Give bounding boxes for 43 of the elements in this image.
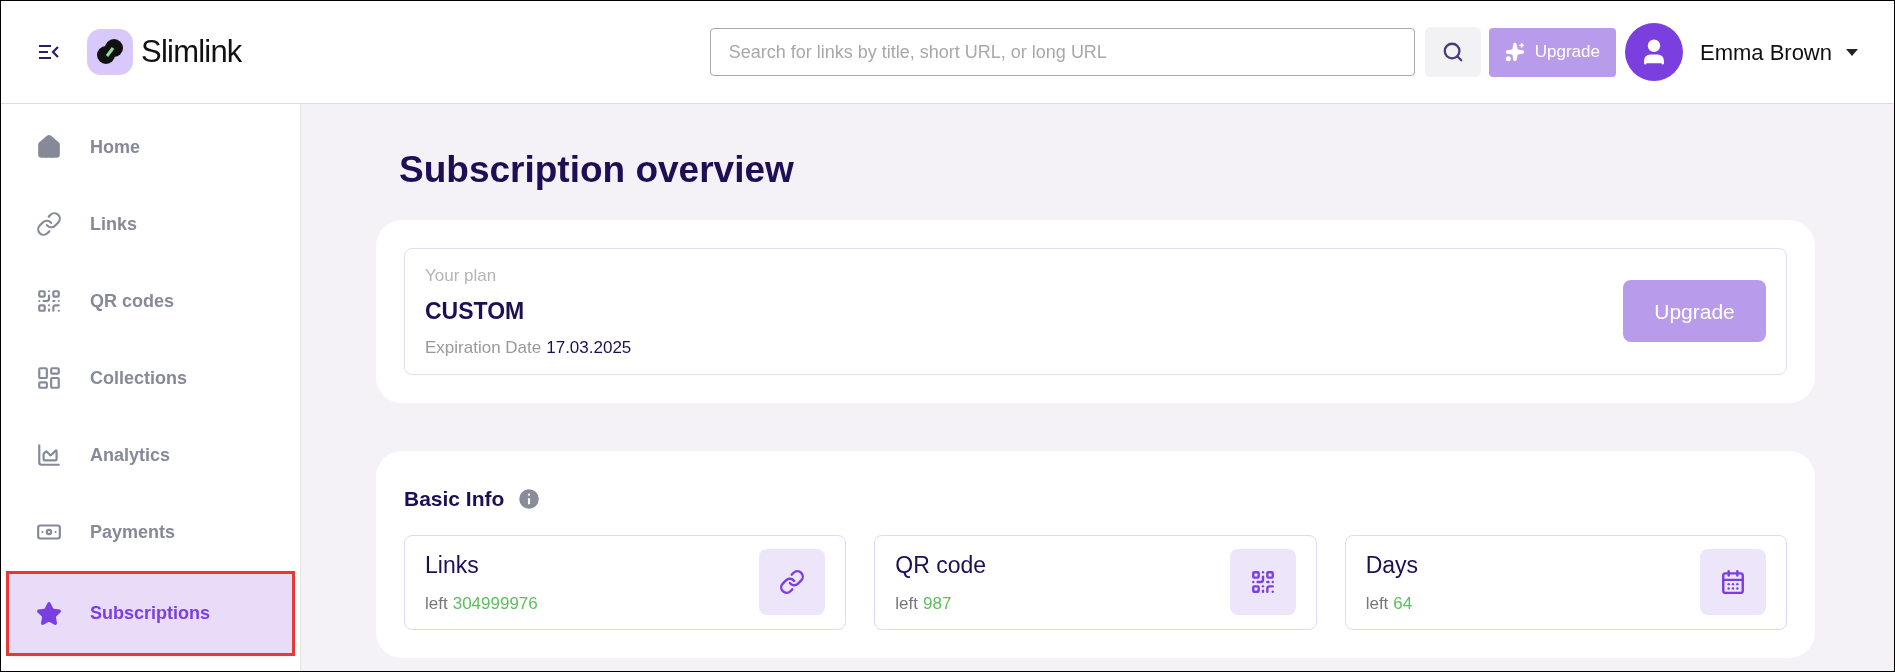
stat-title: QR code bbox=[895, 551, 987, 580]
sidebar-item[interactable]: Analytics bbox=[9, 420, 292, 490]
sparkles-icon bbox=[1504, 42, 1525, 62]
calendar-icon bbox=[1720, 569, 1746, 595]
sidebar-item[interactable]: Subscriptions bbox=[9, 574, 292, 653]
caret-icon[interactable] bbox=[1846, 48, 1858, 56]
link-icon bbox=[36, 211, 62, 237]
sidebar-item[interactable]: Payments bbox=[9, 497, 292, 567]
avatar[interactable] bbox=[1624, 23, 1683, 81]
page-title: Subscription overview bbox=[399, 148, 795, 192]
menu-collapse-icon[interactable] bbox=[37, 42, 61, 62]
stat-title: Links bbox=[425, 551, 480, 580]
sidebar-item[interactable]: Collections bbox=[9, 343, 292, 413]
stat-label: left bbox=[895, 592, 918, 615]
plan-name: CUSTOM bbox=[425, 297, 526, 326]
user-name[interactable]: Emma Brown bbox=[1699, 35, 1832, 69]
expiration-label: Expiration Date bbox=[425, 336, 542, 359]
search-button[interactable] bbox=[1424, 27, 1481, 77]
stat-value: 987 bbox=[923, 592, 952, 615]
star-icon bbox=[36, 600, 62, 627]
home-icon bbox=[36, 134, 62, 160]
upgrade-button[interactable]: Upgrade bbox=[1488, 27, 1616, 77]
stat-value: 64 bbox=[1393, 592, 1413, 615]
stat-title: Days bbox=[1365, 551, 1419, 580]
qr-code-icon bbox=[36, 288, 62, 314]
sidebar-item[interactable]: Links bbox=[9, 189, 292, 259]
expiration-date: 17.03.2025 bbox=[546, 336, 632, 359]
stat-value: 304999976 bbox=[452, 592, 538, 615]
logo-icon bbox=[87, 29, 133, 75]
grid-icon bbox=[36, 365, 62, 391]
area-chart-icon bbox=[36, 442, 62, 468]
brand-name: Slimlink bbox=[141, 32, 242, 71]
qr-code-icon bbox=[1249, 569, 1276, 595]
link-icon bbox=[779, 569, 806, 595]
sidebar-item[interactable]: Home bbox=[9, 112, 292, 182]
sidebar-item[interactable]: QR codes bbox=[9, 266, 292, 336]
stat-label: left bbox=[425, 592, 448, 615]
plan-caption: Your plan bbox=[425, 264, 498, 287]
section-title: Basic Info bbox=[404, 486, 505, 512]
stat-label: left bbox=[1365, 592, 1389, 615]
upgrade-button[interactable]: Upgrade bbox=[1623, 280, 1766, 343]
search-field[interactable]: Search for links by title, short URL, or long URL bbox=[709, 28, 1415, 76]
search-icon bbox=[1441, 41, 1464, 63]
